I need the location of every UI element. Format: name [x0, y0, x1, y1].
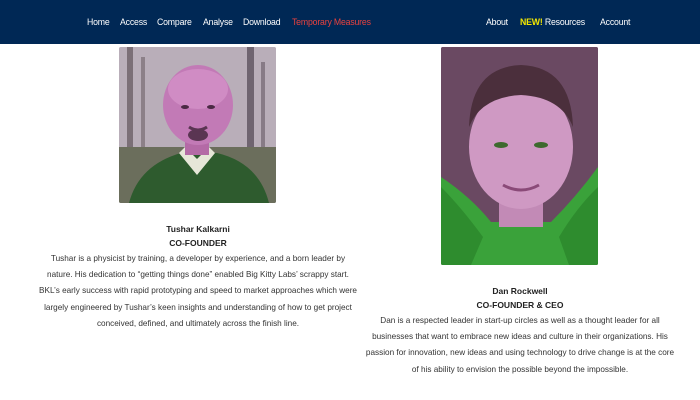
dan-name: Dan Rockwell: [492, 286, 548, 296]
nav-resources-label: Resources: [544, 16, 585, 28]
nav-analyse-link[interactable]: Analyse: [203, 17, 233, 28]
nav-compare-link[interactable]: Compare: [157, 17, 192, 28]
dan-bio: Dan is a respected leader in start-up ci…: [365, 316, 675, 374]
tushar-role: CO-FOUNDER: [169, 238, 227, 248]
tushar-name: Tushar Kalkarni: [166, 224, 230, 234]
nav-main-links: Home Access Compare Analyse Download Tem…: [87, 0, 385, 44]
dan-role: CO-FOUNDER & CEO: [476, 300, 564, 310]
tushar-portrait-photo: [119, 47, 276, 203]
dan-portrait-illustration: [441, 47, 598, 265]
nav-secondary-links: About NEW! Resources Account: [486, 0, 643, 44]
nav-download-link[interactable]: Download: [243, 17, 281, 28]
top-navbar: Home Access Compare Analyse Download Tem…: [0, 0, 700, 44]
tushar-portrait-illustration: [119, 47, 276, 203]
new-badge: NEW!: [519, 16, 543, 28]
dan-portrait-photo: [441, 47, 598, 265]
nav-about-link[interactable]: About: [486, 17, 508, 28]
nav-home-link[interactable]: Home: [87, 17, 110, 28]
nav-access-link[interactable]: Access: [120, 17, 147, 28]
nav-resources-link[interactable]: NEW! Resources: [520, 17, 585, 28]
tushar-bio: Tushar is a physicist by training, a dev…: [39, 254, 357, 328]
nav-temporary-measures-link[interactable]: Temporary Measures: [292, 17, 371, 28]
nav-account-link[interactable]: Account: [600, 17, 630, 28]
